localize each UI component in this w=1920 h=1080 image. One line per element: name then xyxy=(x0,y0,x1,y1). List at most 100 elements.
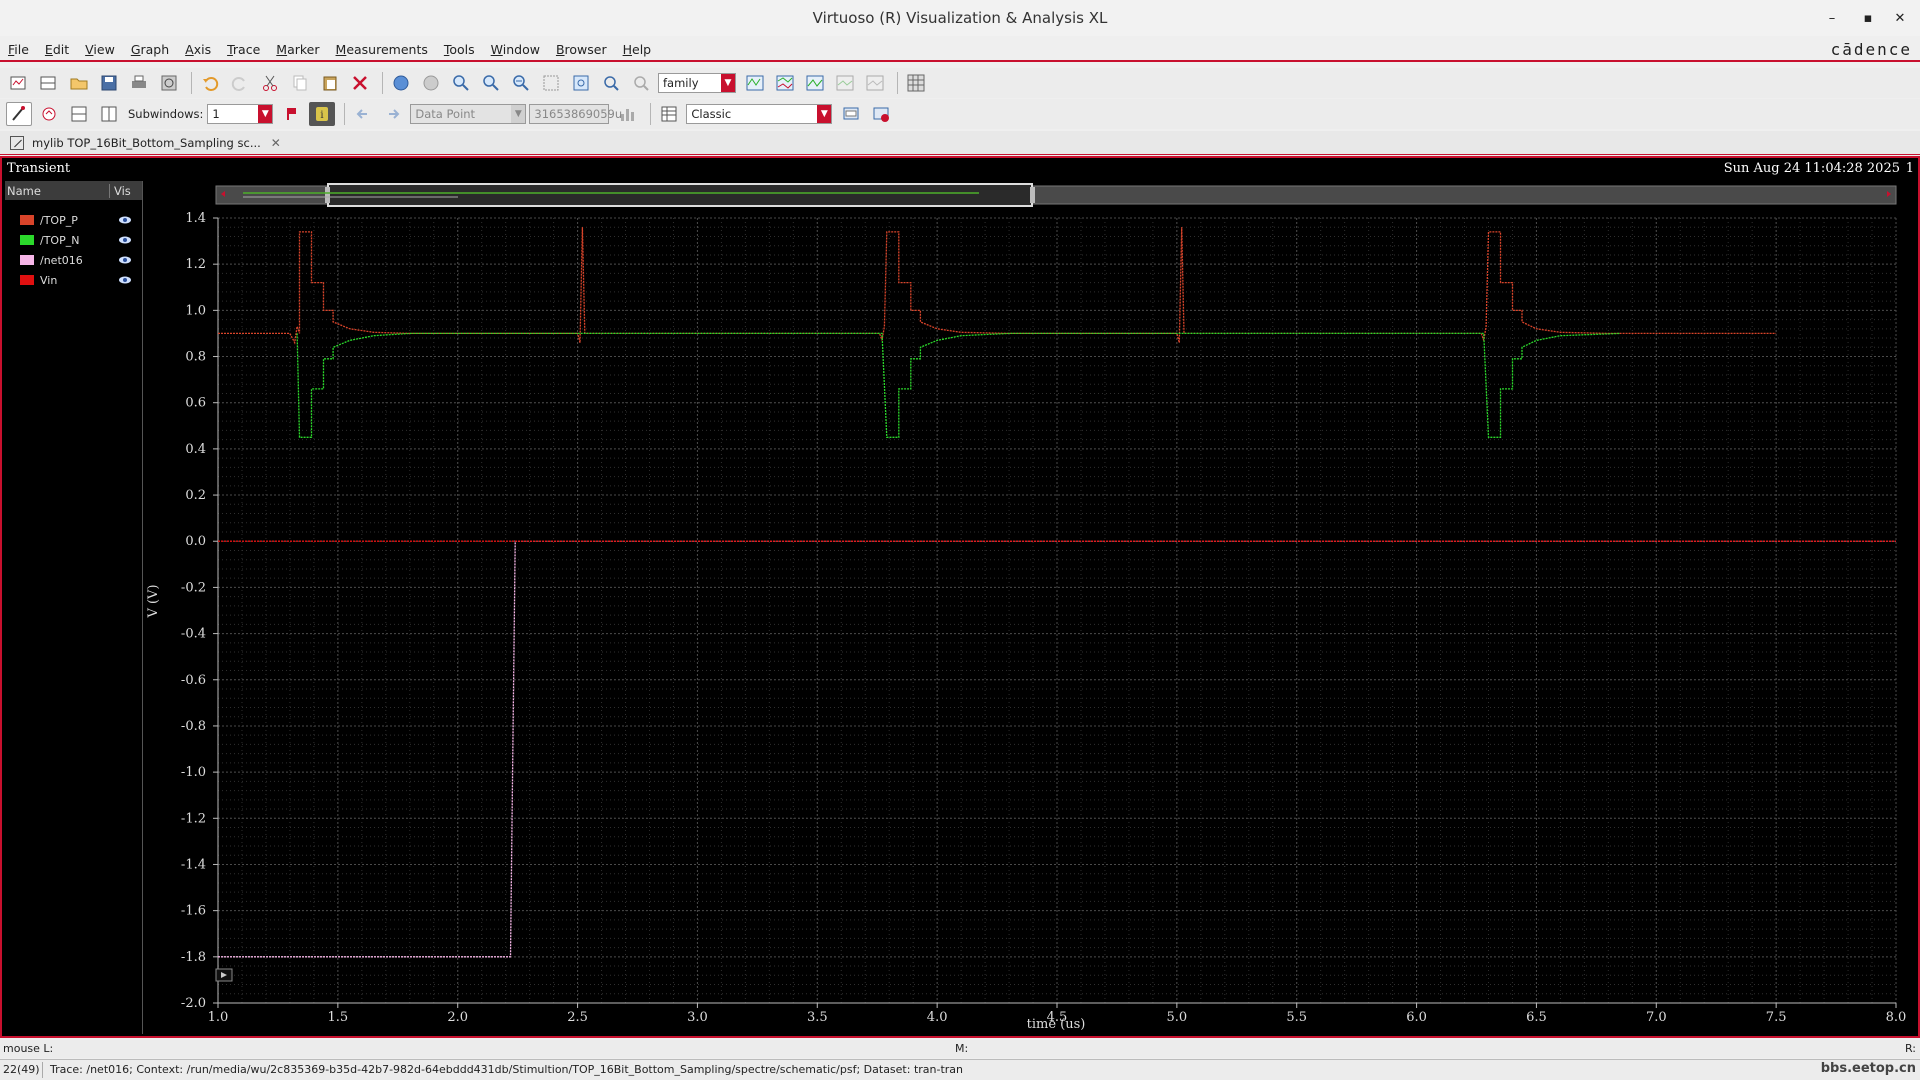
pointer-tool-icon[interactable] xyxy=(6,102,32,126)
maximize-button[interactable]: ▪ xyxy=(1852,0,1884,36)
menu-edit[interactable]: Edit xyxy=(37,42,77,57)
y-tick-label: 0.2 xyxy=(185,488,206,503)
zoom-box-icon[interactable] xyxy=(568,71,594,95)
plot-tab-icon xyxy=(10,136,24,150)
tab-plot[interactable]: mylib TOP_16Bit_Bottom_Sampling sc... ✕ xyxy=(4,133,287,153)
menu-window[interactable]: Window xyxy=(483,42,548,57)
vertical-split-icon[interactable] xyxy=(96,102,122,126)
horizontal-split-icon[interactable] xyxy=(66,102,92,126)
x-tick-label: 2.0 xyxy=(447,1010,468,1025)
y-tick-label: 0.4 xyxy=(185,442,206,457)
paste-icon[interactable] xyxy=(317,71,343,95)
data-point-combo-value: Data Point xyxy=(415,107,476,121)
next-point-icon[interactable] xyxy=(380,102,406,126)
x-tick-label: 5.5 xyxy=(1286,1010,1307,1025)
legend-item[interactable]: /TOP_P xyxy=(5,210,142,230)
subwindows-combo[interactable]: 1 ▼ xyxy=(207,104,274,124)
family-combo[interactable]: family ▼ xyxy=(658,73,736,93)
save-icon[interactable] xyxy=(96,71,122,95)
chevron-down-icon[interactable]: ▼ xyxy=(258,105,273,123)
minimize-button[interactable]: – xyxy=(1816,0,1848,36)
zoom-region-icon[interactable] xyxy=(598,71,624,95)
menu-axis[interactable]: Axis xyxy=(177,42,219,57)
eye-icon[interactable] xyxy=(118,275,132,285)
y-tick-label: -1.6 xyxy=(181,904,206,919)
stop-icon[interactable] xyxy=(388,71,414,95)
new-window-icon[interactable] xyxy=(6,71,32,95)
strip-chart-icon[interactable] xyxy=(742,71,768,95)
menu-measurements[interactable]: Measurements xyxy=(328,42,436,57)
menu-graph[interactable]: Graph xyxy=(123,42,177,57)
menu-marker[interactable]: Marker xyxy=(268,42,327,57)
chevron-down-icon[interactable]: ▼ xyxy=(511,105,526,123)
cut-icon[interactable] xyxy=(257,71,283,95)
open-folder-icon[interactable] xyxy=(66,71,92,95)
split-chart-icon[interactable] xyxy=(832,71,858,95)
close-window-button[interactable]: ✕ xyxy=(1884,0,1916,36)
print-icon[interactable] xyxy=(126,71,152,95)
x-tick-label: 2.5 xyxy=(567,1010,588,1025)
toolbar-separator xyxy=(344,103,346,125)
y-tick-label: -2.0 xyxy=(181,996,206,1011)
legend-item[interactable]: /net016 xyxy=(5,250,142,270)
waveform-chart[interactable]: 1.0 1.5 2.0 2.5 3.0 3.5 4.0 4.5 5.0 5.5 6.0 6.5 7.0 7… xyxy=(143,181,1916,1034)
legend-swatch xyxy=(20,235,34,245)
info-icon[interactable]: i xyxy=(309,102,336,126)
data-point-field[interactable]: 31653869059u xyxy=(529,104,622,124)
eye-icon[interactable] xyxy=(118,255,132,265)
stack-chart-icon[interactable] xyxy=(772,71,798,95)
menu-browser[interactable]: Browser xyxy=(548,42,615,57)
window-settings-icon[interactable] xyxy=(838,102,864,126)
zoom-fit-icon[interactable] xyxy=(538,71,564,95)
legend-name-header[interactable]: Name xyxy=(5,183,110,198)
style-combo[interactable]: Classic ▼ xyxy=(686,104,833,124)
zoom-in-icon[interactable] xyxy=(448,71,474,95)
legend-vis-header[interactable]: Vis xyxy=(110,184,131,198)
redo-icon[interactable] xyxy=(227,71,253,95)
legend-item[interactable]: /TOP_N xyxy=(5,230,142,250)
y-tick-label: 1.4 xyxy=(185,211,206,226)
collapse-legend-button[interactable] xyxy=(215,968,233,982)
menu-help[interactable]: Help xyxy=(615,42,660,57)
zoom-x-icon[interactable] xyxy=(478,71,504,95)
zoom-out-icon[interactable] xyxy=(508,71,534,95)
legend-item-label: /net016 xyxy=(40,253,83,267)
copy-icon[interactable] xyxy=(287,71,313,95)
menu-view[interactable]: View xyxy=(77,42,123,57)
toolbar-separator xyxy=(650,103,652,125)
menu-tools[interactable]: Tools xyxy=(436,42,483,57)
overlay-chart-icon[interactable] xyxy=(802,71,828,95)
undo-icon[interactable] xyxy=(197,71,223,95)
zoom-disabled-icon[interactable] xyxy=(628,71,654,95)
chevron-down-icon[interactable]: ▼ xyxy=(817,105,832,123)
window-remove-icon[interactable] xyxy=(868,102,894,126)
menu-trace[interactable]: Trace xyxy=(219,42,268,57)
zoom-left-handle[interactable] xyxy=(325,187,330,203)
eye-icon[interactable] xyxy=(118,235,132,245)
y-tick-label: 0.8 xyxy=(185,350,206,365)
stop-disabled-icon[interactable] xyxy=(418,71,444,95)
tab-close-button[interactable]: ✕ xyxy=(271,136,281,150)
previous-point-icon[interactable] xyxy=(350,102,376,126)
toolbar-separator xyxy=(382,72,383,94)
new-subwindow-icon[interactable] xyxy=(36,71,62,95)
zoom-right-handle[interactable] xyxy=(1030,187,1035,203)
delete-icon[interactable] xyxy=(347,71,373,95)
eye-icon[interactable] xyxy=(118,215,132,225)
chevron-down-icon[interactable]: ▼ xyxy=(721,74,735,92)
x-tick-label: 3.5 xyxy=(807,1010,828,1025)
data-point-combo[interactable]: Data Point ▼ xyxy=(410,104,527,124)
zoom-window[interactable] xyxy=(327,183,1033,207)
trace-line xyxy=(218,227,1777,345)
calculator-icon[interactable] xyxy=(156,71,182,95)
y-axis-label: V (V) xyxy=(146,584,161,618)
x-axis-label: time (us) xyxy=(1027,1017,1086,1032)
grid-icon[interactable] xyxy=(903,71,929,95)
flag-icon[interactable] xyxy=(279,102,305,126)
legend-item[interactable]: Vin xyxy=(5,270,142,290)
marker-tool-icon[interactable] xyxy=(36,102,62,126)
zoom-scrollbar[interactable] xyxy=(215,183,1897,207)
table-icon[interactable] xyxy=(656,102,682,126)
menu-file[interactable]: File xyxy=(0,42,37,57)
chart-disabled-icon[interactable] xyxy=(862,71,888,95)
